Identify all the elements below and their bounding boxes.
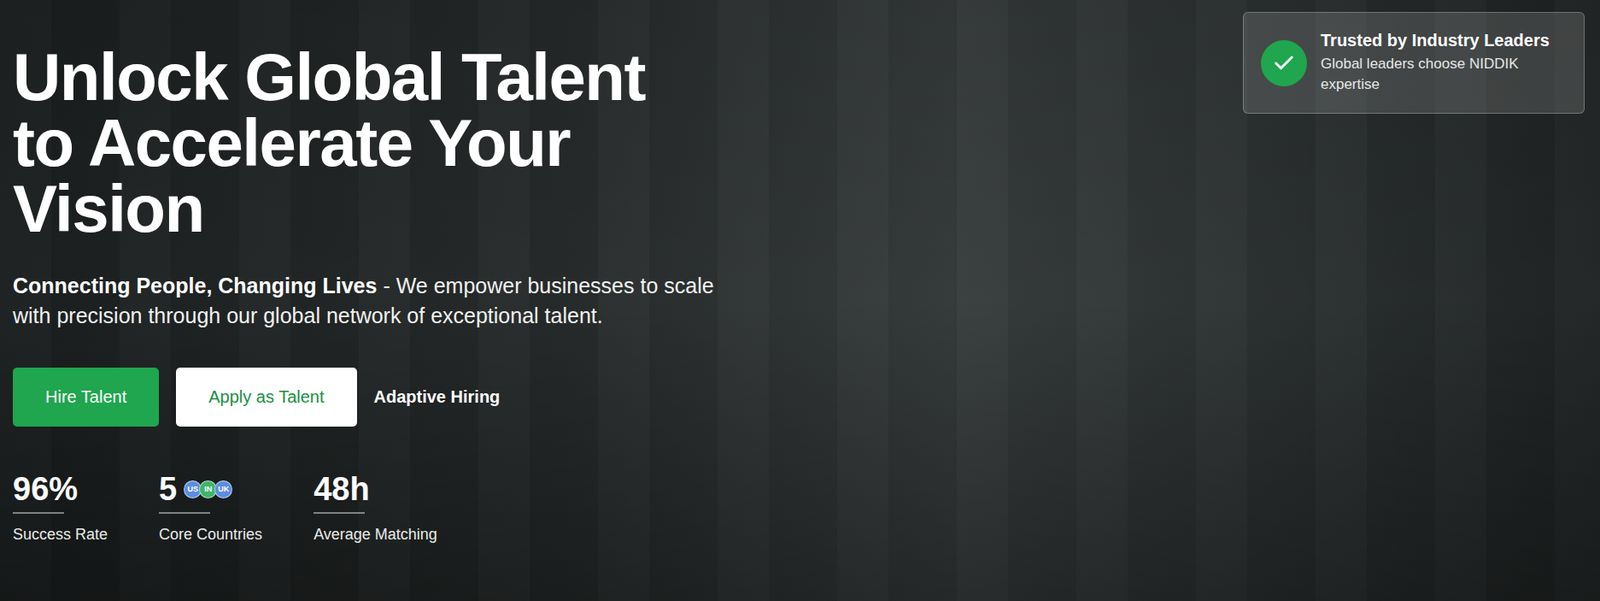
stat-value-row: 48h — [313, 468, 438, 509]
link-button[interactable]: Adaptive Hiring — [374, 367, 501, 427]
stat-value: 48h — [313, 468, 370, 509]
country-flags: USINUK — [183, 480, 233, 499]
trust-badge: Trusted by Industry LeadersGlobal leader… — [1242, 11, 1585, 114]
primary-button[interactable]: Hire Talent — [12, 367, 159, 427]
tagline-bold: Connecting People, Changing Lives — [12, 273, 377, 298]
stat: 48h Average Matching — [313, 468, 438, 544]
stat-rule — [12, 511, 65, 514]
check-circle — [1260, 40, 1307, 87]
stat-value: 5 — [158, 468, 177, 509]
secondary-button[interactable]: Apply as Talent — [175, 367, 357, 427]
badge-title: Trusted by Industry Leaders — [1320, 30, 1567, 51]
stats-row: 96% Success Rate 5 USINUK Core Countries 48h A… — [12, 468, 1588, 544]
stat-value-row: 96% — [12, 468, 108, 509]
stat-label: Average Matching — [313, 525, 438, 544]
title-line: to Accelerate Your — [12, 110, 1588, 176]
stat-rule — [158, 511, 211, 514]
badge-description: Global leaders choose NIDDIK expertise — [1320, 53, 1567, 95]
stat-rule — [313, 511, 365, 514]
hero-section: Unlock Global Talentto Accelerate YourVi… — [0, 0, 1600, 601]
stat-value-row: 5 USINUK — [158, 468, 263, 509]
check-icon — [1271, 51, 1296, 76]
country-flag: UK — [214, 480, 233, 499]
title-line: Vision — [12, 175, 1588, 242]
stat: 5 USINUK Core Countries — [158, 468, 263, 544]
stat-label: Core Countries — [158, 525, 263, 544]
stat-value: 96% — [12, 468, 78, 509]
hero-tagline: Connecting People, Changing Lives - We e… — [12, 270, 748, 331]
button-row: Hire Talent Apply as Talent Adaptive Hirin… — [12, 367, 1588, 427]
stat: 96% Success Rate — [12, 468, 108, 544]
badge-text: Trusted by Industry LeadersGlobal leader… — [1320, 30, 1567, 95]
stat-label: Success Rate — [12, 525, 108, 544]
